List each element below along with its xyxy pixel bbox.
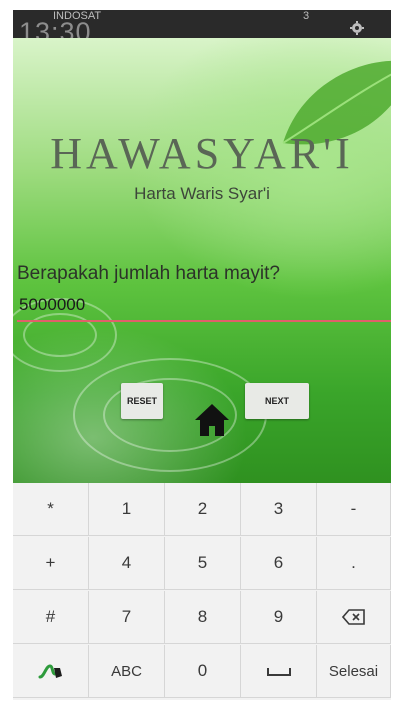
key-9[interactable]: 9 (241, 591, 317, 644)
swype-key[interactable] (13, 645, 89, 698)
status-bar: 13:30 INDOSAT 3 (13, 10, 391, 46)
gear-icon (350, 21, 364, 35)
backspace-key[interactable] (317, 591, 391, 644)
status-signal-number: 3 (303, 10, 310, 22)
backspace-icon (341, 609, 365, 625)
reset-button[interactable]: RESET (121, 383, 163, 419)
next-button[interactable]: NEXT (245, 383, 309, 419)
key-4[interactable]: 4 (89, 537, 165, 590)
key-asterisk[interactable]: * (13, 483, 89, 536)
home-icon[interactable] (193, 402, 231, 438)
status-carrier: INDOSAT (53, 10, 102, 22)
phone-screen: 13:30 INDOSAT 3 HAWASYAR'I Harta Waris S… (13, 10, 391, 700)
key-7[interactable]: 7 (89, 591, 165, 644)
key-1[interactable]: 1 (89, 483, 165, 536)
key-hash[interactable]: # (13, 591, 89, 644)
key-minus[interactable]: - (317, 483, 391, 536)
space-icon (266, 668, 291, 676)
abc-key[interactable]: ABC (89, 645, 165, 698)
app-content: HAWASYAR'I Harta Waris Syar'i Berapakah … (13, 38, 391, 483)
key-3[interactable]: 3 (241, 483, 317, 536)
key-period[interactable]: . (317, 537, 391, 590)
swype-icon (38, 664, 62, 679)
key-plus[interactable]: + (13, 537, 89, 590)
key-2[interactable]: 2 (165, 483, 241, 536)
app-title: HAWASYAR'I (50, 129, 354, 178)
done-key[interactable]: Selesai (317, 645, 391, 698)
amount-input[interactable] (17, 290, 391, 322)
app-subtitle: Harta Waris Syar'i (134, 184, 270, 203)
key-0[interactable]: 0 (165, 645, 241, 698)
space-key[interactable] (241, 645, 317, 698)
key-5[interactable]: 5 (165, 537, 241, 590)
question-label: Berapakah jumlah harta mayit? (17, 263, 280, 284)
numeric-keyboard: * 1 2 3 - + 4 5 6 . # 7 8 9 ABC 0 Selesa… (13, 483, 391, 700)
key-6[interactable]: 6 (241, 537, 317, 590)
key-8[interactable]: 8 (165, 591, 241, 644)
